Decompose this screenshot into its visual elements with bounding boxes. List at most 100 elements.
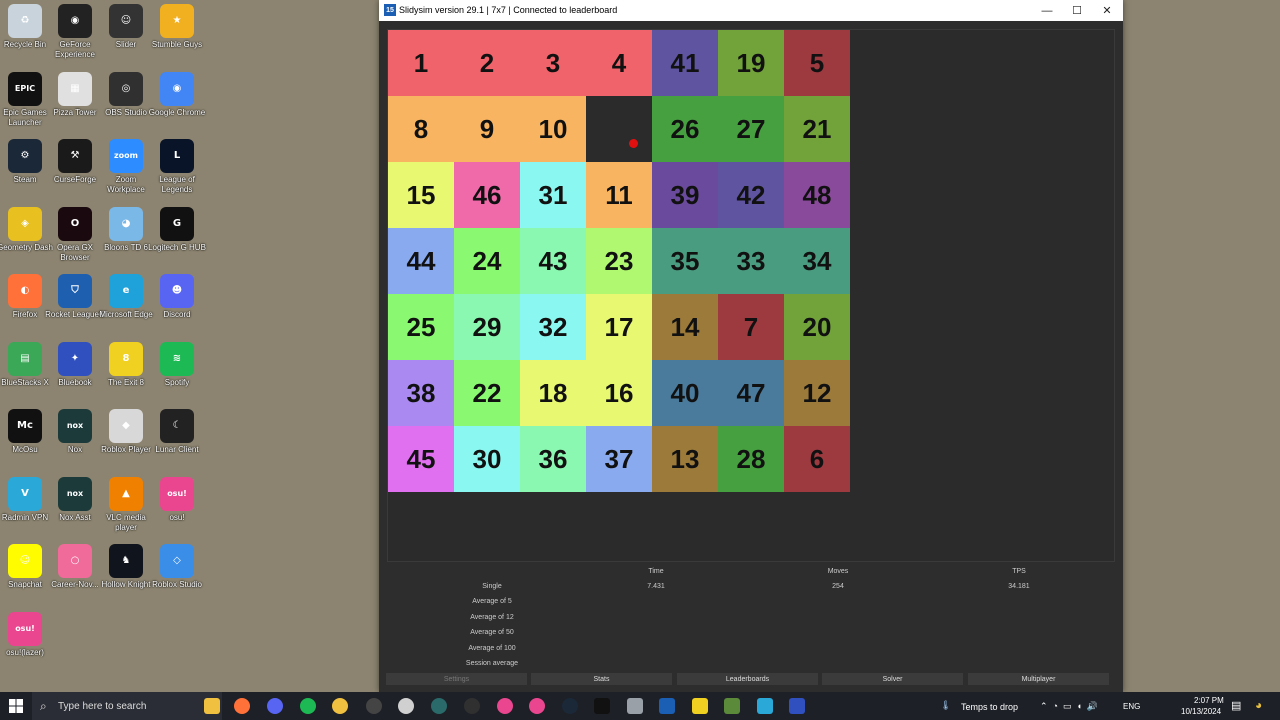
puzzle-tile[interactable]: 44 [388, 228, 454, 294]
desktop-icon[interactable]: osu! osu! [147, 476, 207, 523]
puzzle-board[interactable]: 1 2 3 4 41 19 5 8 9 10 26 27 21 15 46 31 11 39 42 48 44 24 43 2… [388, 30, 852, 494]
tray-icons[interactable]: ⌃◔▭◖🔊 [1040, 701, 1103, 712]
puzzle-tile[interactable]: 5 [784, 30, 850, 96]
puzzle-tile[interactable]: 4 [586, 30, 652, 96]
desktop-icon[interactable]: ★ Stumble Guys [147, 4, 207, 50]
puzzle-tile[interactable]: 8 [388, 96, 454, 162]
puzzle-tile[interactable]: 37 [586, 426, 652, 492]
solver-button[interactable]: Solver [822, 673, 963, 685]
desktop-icon[interactable]: ☾ Lunar Client [147, 409, 207, 455]
desktop-icon-label: League of Legends [159, 175, 195, 194]
puzzle-tile[interactable]: 28 [718, 426, 784, 492]
puzzle-tile[interactable]: 20 [784, 294, 850, 360]
puzzle-tile[interactable]: 39 [652, 162, 718, 228]
puzzle-tile[interactable]: 9 [454, 96, 520, 162]
puzzle-tile[interactable]: 23 [586, 228, 652, 294]
puzzle-tile[interactable]: 6 [784, 426, 850, 492]
desktop-icon[interactable]: G Logitech G HUB [147, 206, 207, 253]
puzzle-tile[interactable]: 45 [388, 426, 454, 492]
firefox-icon[interactable] [234, 698, 250, 714]
desktop-icon[interactable]: L League of Legends [147, 139, 207, 195]
file-explorer-icon[interactable] [204, 698, 220, 714]
puzzle-tile[interactable]: 33 [718, 228, 784, 294]
puzzle-tile[interactable]: 1 [388, 30, 454, 96]
puzzle-tile[interactable]: 27 [718, 96, 784, 162]
slidysim-icon[interactable] [659, 698, 675, 714]
obs-icon[interactable] [464, 698, 480, 714]
puzzle-tile[interactable]: 19 [718, 30, 784, 96]
puzzle-tile[interactable]: 48 [784, 162, 850, 228]
puzzle-tile[interactable]: 12 [784, 360, 850, 426]
language-indicator[interactable]: ENG [1123, 702, 1140, 711]
puzzle-tile[interactable]: 24 [454, 228, 520, 294]
maximize-button[interactable]: ☐ [1062, 0, 1092, 21]
puzzle-tile[interactable]: 42 [718, 162, 784, 228]
osu-icon[interactable] [497, 698, 513, 714]
puzzle-tile[interactable]: 43 [520, 228, 586, 294]
puzzle-tile[interactable]: 26 [652, 96, 718, 162]
osu-lazer-icon[interactable] [529, 698, 545, 714]
desktop-icon[interactable]: osu! osu!(lazer) [0, 611, 55, 658]
settings-button[interactable]: Settings [386, 673, 527, 685]
puzzle-tile[interactable]: 15 [388, 162, 454, 228]
puzzle-tile[interactable]: 29 [454, 294, 520, 360]
puzzle-tile[interactable]: 22 [454, 360, 520, 426]
desktop-icon[interactable]: ◇ Roblox Studio [147, 544, 207, 590]
stats-button[interactable]: Stats [531, 673, 672, 685]
nox-icon[interactable] [431, 698, 447, 714]
puzzle-tile[interactable]: 11 [586, 162, 652, 228]
discord-icon[interactable] [267, 698, 283, 714]
desktop-icon[interactable]: ≋ Spotify [147, 341, 207, 388]
taskbar-search[interactable]: ⌕ Type here to search [32, 692, 222, 720]
lunar-client-icon[interactable] [366, 698, 382, 714]
notification-icon[interactable]: ▤ [1231, 699, 1241, 712]
roblox-icon[interactable] [398, 698, 414, 714]
close-button[interactable]: ✕ [1092, 0, 1122, 21]
puzzle-tile[interactable]: 34 [784, 228, 850, 294]
puzzle-tile[interactable]: 2 [454, 30, 520, 96]
puzzle-tile[interactable]: 10 [520, 96, 586, 162]
minimize-button[interactable]: — [1032, 0, 1062, 21]
weather-text[interactable]: Temps to drop [961, 702, 1018, 712]
bluebook-icon[interactable] [789, 698, 805, 714]
puzzle-tile[interactable]: 14 [652, 294, 718, 360]
puzzle-tile[interactable]: 18 [520, 360, 586, 426]
desktop-icon[interactable]: ◉ Google Chrome [147, 71, 207, 118]
clock-date[interactable]: 10/13/2024 [1181, 707, 1221, 716]
puzzle-tile[interactable]: 30 [454, 426, 520, 492]
start-button[interactable] [0, 692, 32, 720]
puzzle-tile[interactable]: 13 [652, 426, 718, 492]
multiplayer-button[interactable]: Multiplayer [968, 673, 1109, 685]
puzzle-tile[interactable]: 7 [718, 294, 784, 360]
puzzle-tile[interactable]: 25 [388, 294, 454, 360]
minecraft-icon[interactable] [724, 698, 740, 714]
puzzle-tile[interactable]: 17 [586, 294, 652, 360]
puzzle-tile[interactable]: 35 [652, 228, 718, 294]
puzzle-tile[interactable]: 16 [586, 360, 652, 426]
puzzle-tile[interactable]: 36 [520, 426, 586, 492]
epic-games-icon[interactable] [594, 698, 610, 714]
puzzle-tile[interactable]: 46 [454, 162, 520, 228]
osu-lazer-icon: osu! [8, 611, 42, 646]
clock-time[interactable]: 2:07 PM [1194, 696, 1224, 705]
folder-icon[interactable] [332, 698, 348, 714]
steam-icon[interactable] [562, 698, 578, 714]
puzzle-tile[interactable]: 31 [520, 162, 586, 228]
radmin-vpn-icon[interactable] [757, 698, 773, 714]
puzzle-tile[interactable]: 32 [520, 294, 586, 360]
weather-icon[interactable]: 🌡 [940, 700, 951, 711]
puzzle-tile[interactable]: 40 [652, 360, 718, 426]
empty-slot[interactable] [586, 96, 652, 162]
puzzle-tile[interactable]: 41 [652, 30, 718, 96]
puzzle-tile[interactable]: 47 [718, 360, 784, 426]
puzzle-tile[interactable]: 21 [784, 96, 850, 162]
storage-icon[interactable] [627, 698, 643, 714]
puzzle-tile[interactable]: 3 [520, 30, 586, 96]
title-bar[interactable]: 15 Slidysim version 29.1 | 7x7 | Connect… [379, 0, 1123, 21]
desktop-icon[interactable]: ☻ Discord [147, 274, 207, 320]
puzzle-tile[interactable]: 38 [388, 360, 454, 426]
yellow-circle-icon[interactable] [692, 698, 708, 714]
copilot-icon[interactable]: ◕ [1255, 698, 1262, 712]
spotify-icon[interactable] [300, 698, 316, 714]
leaderboards-button[interactable]: Leaderboards [677, 673, 818, 685]
